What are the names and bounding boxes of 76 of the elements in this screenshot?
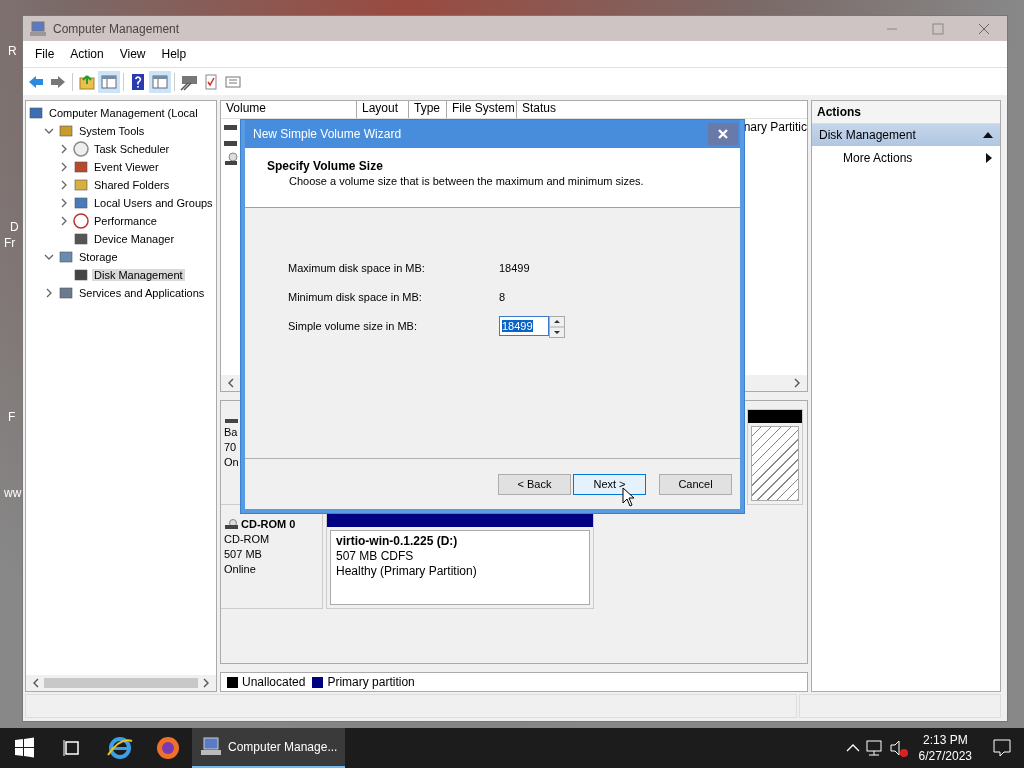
legend-label: Unallocated xyxy=(242,675,306,689)
actions-header: Actions xyxy=(812,101,1000,124)
partition-block[interactable]: virtio-win-0.1.225 (D:) 507 MB CDFS Healthy (Primary Partition) xyxy=(326,513,594,609)
unallocated-partition[interactable] xyxy=(747,409,803,505)
column-header[interactable]: File System xyxy=(447,101,517,118)
partition-title: virtio-win-0.1.225 (D:) xyxy=(336,534,459,549)
actions-group[interactable]: Disk Management xyxy=(812,124,1000,146)
field-value: 18499 xyxy=(499,262,530,274)
clock-time: 2:13 PM xyxy=(922,732,968,748)
checklist-icon xyxy=(202,72,220,91)
field-label: Maximum disk space in MB: xyxy=(288,262,426,274)
tree-item[interactable]: Task Scheduler xyxy=(92,143,172,155)
horizontal-scrollbar[interactable] xyxy=(26,675,216,691)
tree-item[interactable]: Event Viewer xyxy=(92,161,161,173)
cd-drive-icon xyxy=(224,152,238,166)
action-item[interactable]: More Actions xyxy=(812,146,1000,170)
mouse-pointer-icon xyxy=(622,487,636,508)
wizard-button[interactable]: < Back xyxy=(498,473,571,495)
tree-item[interactable]: System Tools xyxy=(77,125,147,137)
tree-item[interactable]: Computer Management (Local xyxy=(47,107,200,119)
disk-info: CD-ROM xyxy=(224,532,271,547)
tree-item[interactable]: Performance xyxy=(92,215,159,227)
wizard-button[interactable]: Cancel xyxy=(659,473,732,495)
window-title: Computer Management xyxy=(53,21,180,36)
close-button[interactable] xyxy=(708,123,738,145)
volume-size-input[interactable]: 18499 xyxy=(499,316,549,336)
tree-item[interactable]: Storage xyxy=(77,251,120,263)
wizard-heading: Specify Volume Size xyxy=(267,159,384,173)
taskbar-app-button[interactable]: Computer Manage... xyxy=(192,728,346,768)
desktop-icon-label[interactable]: D xyxy=(10,220,19,234)
column-header[interactable]: Type xyxy=(409,101,447,118)
menu-item[interactable]: File xyxy=(27,47,63,61)
pane-icon xyxy=(151,72,169,91)
field-label: Minimum disk space in MB: xyxy=(288,291,423,303)
disk-info: Online xyxy=(224,562,257,577)
disk-name: CD-ROM 0 xyxy=(241,517,296,532)
pane-toggle-button[interactable] xyxy=(149,70,171,93)
table-cell: nary Partitic xyxy=(743,120,807,134)
tree-item[interactable]: Shared Folders xyxy=(92,179,172,191)
tree-item[interactable]: Device Manager xyxy=(92,233,177,245)
menu-item[interactable]: View xyxy=(111,47,154,61)
disk-info: Ba xyxy=(224,425,239,440)
menu-item[interactable]: Action xyxy=(62,47,112,61)
column-header[interactable]: Volume xyxy=(221,101,357,118)
tree-pane-icon xyxy=(100,72,118,91)
collapse-triangle-icon xyxy=(983,131,993,139)
submenu-triangle-icon xyxy=(986,153,992,163)
column-header[interactable]: Status xyxy=(517,101,807,118)
folder-up-icon xyxy=(78,72,96,91)
partition-info: 507 MB CDFS xyxy=(336,549,415,564)
wizard-subheading: Choose a volume size that is between the maximum and minimum sizes. xyxy=(288,175,645,187)
field-label: Simple volume size in MB: xyxy=(288,320,418,332)
partition-info: Healthy (Primary Partition) xyxy=(336,564,478,579)
wizard-button[interactable]: Next > xyxy=(573,473,646,495)
desktop-icon-label[interactable]: ww xyxy=(4,486,22,500)
disk-info: 507 MB xyxy=(224,547,263,562)
clock-date: 6/27/2023 xyxy=(918,748,972,764)
partition-header-bar xyxy=(748,410,802,423)
spinner-arrows-icon[interactable] xyxy=(549,316,565,338)
desktop-icon-label[interactable]: F xyxy=(8,410,16,424)
tree-item[interactable]: Services and Applications xyxy=(77,287,207,299)
tree-item[interactable]: Local Users and Groups xyxy=(92,197,215,209)
dialog-title: New Simple Volume Wizard xyxy=(252,127,402,141)
disk-info: On xyxy=(224,455,240,470)
desktop-icon-label[interactable]: Fr xyxy=(4,236,16,250)
cd-drive-icon xyxy=(224,518,240,531)
column-header[interactable]: Layout xyxy=(357,101,409,118)
clock[interactable]: 2:13 PM 6/27/2023 xyxy=(910,732,980,764)
menu-item[interactable]: Help xyxy=(153,47,195,61)
desktop-icon-label[interactable]: R xyxy=(8,44,17,58)
tree-toggle-button[interactable] xyxy=(98,70,120,93)
field-value: 8 xyxy=(499,291,506,303)
legend-label: Primary partition xyxy=(327,675,415,689)
disk-info: 70 xyxy=(224,440,238,455)
help-icon xyxy=(129,72,147,91)
tree-item[interactable]: Disk Management xyxy=(92,269,185,281)
